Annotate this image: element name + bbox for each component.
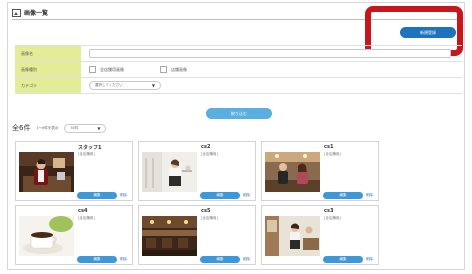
- delete-link[interactable]: 削除: [120, 193, 127, 198]
- type-option-all-stores[interactable]: 全店舗用画像: [89, 66, 124, 73]
- edit-button[interactable]: 編集: [77, 192, 117, 199]
- image-card: cs4 [全店舗用] 編集 削除: [15, 205, 133, 265]
- per-page-select[interactable]: 50件 ▼: [64, 123, 107, 133]
- cs2-photo: [142, 152, 197, 192]
- image-name-field-cell: [81, 46, 462, 61]
- form-row-name: 画像名: [15, 46, 462, 62]
- caret-down-icon: ▼: [97, 125, 101, 131]
- card-tag: [全店舗用]: [201, 152, 218, 156]
- checkbox[interactable]: [160, 66, 167, 73]
- card-tag: [全店舗用]: [78, 216, 95, 220]
- image-type-label: 画像種別: [15, 62, 81, 77]
- card-title: cs5: [201, 208, 211, 214]
- type-option-all-stores-label: 全店舗用画像: [100, 66, 124, 72]
- per-page-value: 50件: [70, 125, 79, 130]
- image-card: cs5 [全店舗用] 編集 削除: [138, 205, 256, 265]
- card-tag: [全店舗用]: [324, 216, 341, 220]
- result-count: 全6件: [12, 124, 31, 132]
- delete-link[interactable]: 削除: [120, 257, 127, 262]
- cs3-photo: [265, 216, 320, 256]
- category-select-value: 選択してください: [95, 83, 123, 87]
- result-count-bar: 全6件 1～6件を表示 50件 ▼: [12, 123, 107, 133]
- cs1-photo: [265, 152, 320, 192]
- image-icon: [12, 8, 21, 17]
- edit-button[interactable]: 編集: [323, 192, 363, 199]
- caret-down-icon: ▼: [151, 83, 155, 88]
- per-page-label: 1～6件を表示: [36, 125, 59, 130]
- search-button[interactable]: 絞り込む: [206, 108, 272, 119]
- cs5-photo: [142, 216, 197, 256]
- card-title: cs4: [78, 208, 88, 214]
- image-card: cs3 [全店舗用] 編集 削除: [261, 205, 379, 265]
- card-title: cs2: [201, 144, 211, 150]
- image-card: スタッフ1 [全店舗用] 編集 削除: [15, 141, 133, 201]
- search-form: 画像名 画像種別 全店舗用画像 店舗画像 カテゴリ 選択してください ▼: [15, 45, 462, 94]
- image-name-input[interactable]: [89, 49, 451, 58]
- card-tag: [全店舗用]: [324, 152, 341, 156]
- image-name-label: 画像名: [15, 46, 81, 61]
- card-tag: [全店舗用]: [201, 216, 218, 220]
- edit-button[interactable]: 編集: [77, 256, 117, 263]
- form-row-type: 画像種別 全店舗用画像 店舗画像: [15, 62, 462, 78]
- type-option-store[interactable]: 店舗画像: [160, 66, 187, 73]
- page-header: 画像一覧: [12, 8, 48, 17]
- cs4-photo: [19, 216, 74, 256]
- image-list-page: 画像一覧 新規登録 画像名 画像種別 全店舗用画像 店舗画像 カテゴリ 選択して…: [7, 2, 465, 270]
- edit-button[interactable]: 編集: [200, 192, 240, 199]
- card-title: スタッフ1: [78, 145, 102, 151]
- type-option-store-label: 店舗画像: [171, 66, 187, 72]
- delete-link[interactable]: 削除: [243, 257, 250, 262]
- edit-button[interactable]: 編集: [323, 256, 363, 263]
- delete-link[interactable]: 削除: [243, 193, 250, 198]
- page-title: 画像一覧: [24, 10, 49, 17]
- card-title: cs3: [324, 208, 334, 214]
- image-type-field-cell: 全店舗用画像 店舗画像: [81, 62, 462, 77]
- category-select[interactable]: 選択してください ▼: [89, 81, 161, 90]
- card-tag: [全店舗用]: [78, 152, 95, 156]
- category-label: カテゴリ: [15, 78, 81, 93]
- delete-link[interactable]: 削除: [366, 257, 373, 262]
- edit-button[interactable]: 編集: [200, 256, 240, 263]
- form-row-category: カテゴリ 選択してください ▼: [15, 78, 462, 94]
- image-card: cs2 [全店舗用] 編集 削除: [138, 141, 256, 201]
- category-field-cell: 選択してください ▼: [81, 78, 462, 93]
- delete-link[interactable]: 削除: [366, 193, 373, 198]
- checkbox[interactable]: [89, 66, 96, 73]
- new-registration-button[interactable]: 新規登録: [400, 27, 456, 38]
- staff-photo: [19, 152, 74, 192]
- image-card: cs1 [全店舗用] 編集 削除: [261, 141, 379, 201]
- card-title: cs1: [324, 144, 334, 150]
